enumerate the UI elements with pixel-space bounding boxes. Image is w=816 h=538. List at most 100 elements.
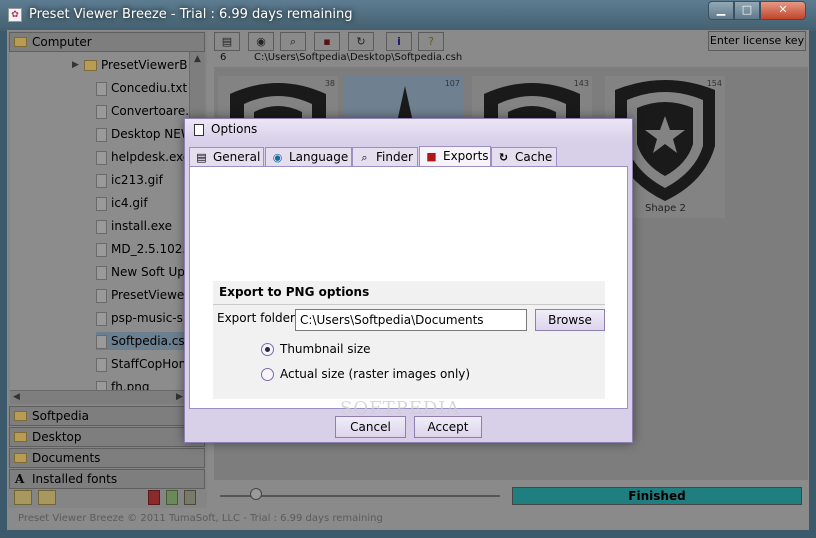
tree-item[interactable]: StaffCopHom bbox=[96, 355, 190, 373]
tree-item-selected[interactable]: Softpedia.csh bbox=[96, 332, 196, 350]
thumbnail-size-label[interactable]: Thumbnail size bbox=[280, 342, 371, 356]
tree-item-folder[interactable]: ▶ PresetViewerB bbox=[72, 56, 187, 74]
tree-item-label: PresetViewer bbox=[111, 288, 190, 302]
actual-size-label[interactable]: Actual size (raster images only) bbox=[280, 367, 470, 381]
expand-arrow-icon[interactable]: ▶ bbox=[72, 56, 79, 74]
tree-item[interactable]: MD_2.5.102. bbox=[96, 240, 186, 258]
file-icon bbox=[96, 219, 107, 234]
scroll-right-icon[interactable]: ▶ bbox=[176, 392, 183, 402]
globe-icon[interactable]: ◉ bbox=[248, 32, 274, 51]
search-icon[interactable]: ⌕ bbox=[280, 32, 306, 51]
divider bbox=[213, 304, 605, 305]
close-button[interactable]: ✕ bbox=[760, 1, 806, 20]
tree-item[interactable]: helpdesk.exe bbox=[96, 148, 190, 166]
browse-button[interactable]: Browse bbox=[535, 309, 605, 331]
accordion-softpedia[interactable]: Softpedia bbox=[9, 406, 205, 426]
maximize-button[interactable]: □ bbox=[734, 1, 760, 20]
file-icon bbox=[96, 173, 107, 188]
accordion-label: Installed fonts bbox=[32, 472, 118, 486]
help-icon[interactable]: ? bbox=[418, 32, 444, 51]
title-bar[interactable]: ✿ Preset Viewer Breeze - Trial : 6.99 da… bbox=[0, 0, 816, 31]
tree-item[interactable]: fh.png bbox=[96, 378, 149, 390]
delete-icon[interactable] bbox=[184, 490, 196, 505]
info-icon[interactable]: i bbox=[386, 32, 412, 51]
tree-item[interactable]: ic4.gif bbox=[96, 194, 148, 212]
export-folder-label: Export folder bbox=[217, 311, 295, 325]
refresh-icon[interactable]: ↻ bbox=[348, 32, 374, 51]
tree-item[interactable]: psp-music-s bbox=[96, 309, 183, 327]
path-row: 6 C:\Users\Softpedia\Desktop\Softpedia.c… bbox=[212, 51, 808, 66]
folder-icon bbox=[14, 453, 27, 463]
tab-label: Cache bbox=[515, 150, 553, 164]
dialog-title-bar[interactable]: Options bbox=[185, 119, 632, 141]
progress-bar: Finished bbox=[512, 487, 802, 505]
globe-icon: ◉ bbox=[272, 151, 283, 164]
tab-exports[interactable]: ■ Exports bbox=[419, 146, 491, 168]
tree-item-label: MD_2.5.102. bbox=[111, 242, 187, 256]
folder-icon bbox=[14, 37, 27, 47]
accept-button[interactable]: Accept bbox=[414, 416, 482, 438]
file-icon bbox=[96, 127, 107, 142]
tree-item[interactable]: New Soft Upd bbox=[96, 263, 193, 281]
accordion-installed-fonts[interactable]: A Installed fonts bbox=[9, 469, 205, 489]
enter-license-key-button[interactable]: Enter license key bbox=[708, 31, 806, 51]
tab-language[interactable]: ◉ Language bbox=[265, 147, 352, 167]
tree-item-label: helpdesk.exe bbox=[111, 150, 191, 164]
zoom-slider-thumb[interactable] bbox=[250, 488, 263, 500]
file-icon bbox=[96, 380, 107, 390]
zoom-slider[interactable] bbox=[220, 495, 500, 497]
accordion-computer[interactable]: Computer bbox=[9, 32, 205, 52]
tree-item-label: fh.png bbox=[111, 380, 150, 390]
tab-label: General bbox=[213, 150, 261, 164]
file-tree[interactable]: ▶ PresetViewerB Concediu.txt Convertoare… bbox=[10, 52, 204, 390]
tree-item-label: Softpedia.csh bbox=[111, 334, 193, 348]
accordion-documents[interactable]: Documents bbox=[9, 448, 205, 468]
export-icon[interactable] bbox=[166, 490, 178, 505]
tab-finder[interactable]: ⌕ Finder bbox=[352, 147, 418, 167]
exports-panel: Export to PNG options Export folder Brow… bbox=[189, 166, 628, 409]
favorite-icon[interactable] bbox=[38, 490, 56, 505]
add-folder-icon[interactable] bbox=[14, 490, 32, 505]
scroll-up-icon[interactable]: ▲ bbox=[194, 54, 201, 64]
left-toolbar bbox=[10, 488, 205, 508]
section-title: Export to PNG options bbox=[219, 285, 370, 299]
tree-item[interactable]: ic213.gif bbox=[96, 171, 163, 189]
app-icon: ✿ bbox=[8, 8, 22, 22]
png-options-section: Export to PNG options Export folder Brow… bbox=[213, 281, 605, 399]
tab-label: Exports bbox=[443, 149, 489, 163]
tab-cache[interactable]: ↻ Cache bbox=[491, 147, 557, 167]
cancel-button[interactable]: Cancel bbox=[335, 416, 406, 438]
file-icon bbox=[96, 150, 107, 165]
folder-icon bbox=[14, 411, 27, 421]
minimize-button[interactable]: ▁ bbox=[708, 1, 734, 20]
file-icon bbox=[96, 196, 107, 211]
scroll-left-icon[interactable]: ◀ bbox=[13, 392, 20, 402]
export-folder-input[interactable] bbox=[295, 309, 527, 331]
accordion-desktop[interactable]: Desktop bbox=[9, 427, 205, 447]
floppy-icon: ■ bbox=[426, 150, 437, 163]
general-icon: ▤ bbox=[196, 151, 207, 164]
file-icon bbox=[96, 334, 107, 349]
tree-horizontal-scrollbar[interactable]: ◀ ▶ bbox=[10, 390, 204, 404]
tree-item-label: New Soft Upd bbox=[111, 265, 193, 279]
folder-icon bbox=[84, 60, 97, 71]
tree-item-label: psp-music-s bbox=[111, 311, 183, 325]
thumbnail-size-radio[interactable] bbox=[261, 343, 274, 356]
tree-item-label: ic213.gif bbox=[111, 173, 163, 187]
options-icon[interactable]: ▤ bbox=[214, 32, 240, 51]
tree-item[interactable]: install.exe bbox=[96, 217, 172, 235]
tree-item[interactable]: Desktop NEW bbox=[96, 125, 193, 143]
file-icon bbox=[96, 242, 107, 257]
dialog-title: Options bbox=[211, 122, 258, 136]
save-icon[interactable] bbox=[148, 490, 160, 505]
watermark: SOFTPEDIA bbox=[340, 398, 461, 419]
tab-general[interactable]: ▤ General bbox=[189, 147, 264, 167]
tree-item[interactable]: PresetViewer bbox=[96, 286, 189, 304]
file-icon bbox=[96, 288, 107, 303]
tree-item-label: Convertoare.tx bbox=[111, 104, 201, 118]
floppy-icon[interactable]: ▪ bbox=[314, 32, 340, 51]
actual-size-radio[interactable] bbox=[261, 368, 274, 381]
refresh-icon: ↻ bbox=[498, 151, 509, 164]
tree-item[interactable]: Concediu.txt bbox=[96, 79, 187, 97]
radio-selected-dot bbox=[265, 347, 270, 352]
